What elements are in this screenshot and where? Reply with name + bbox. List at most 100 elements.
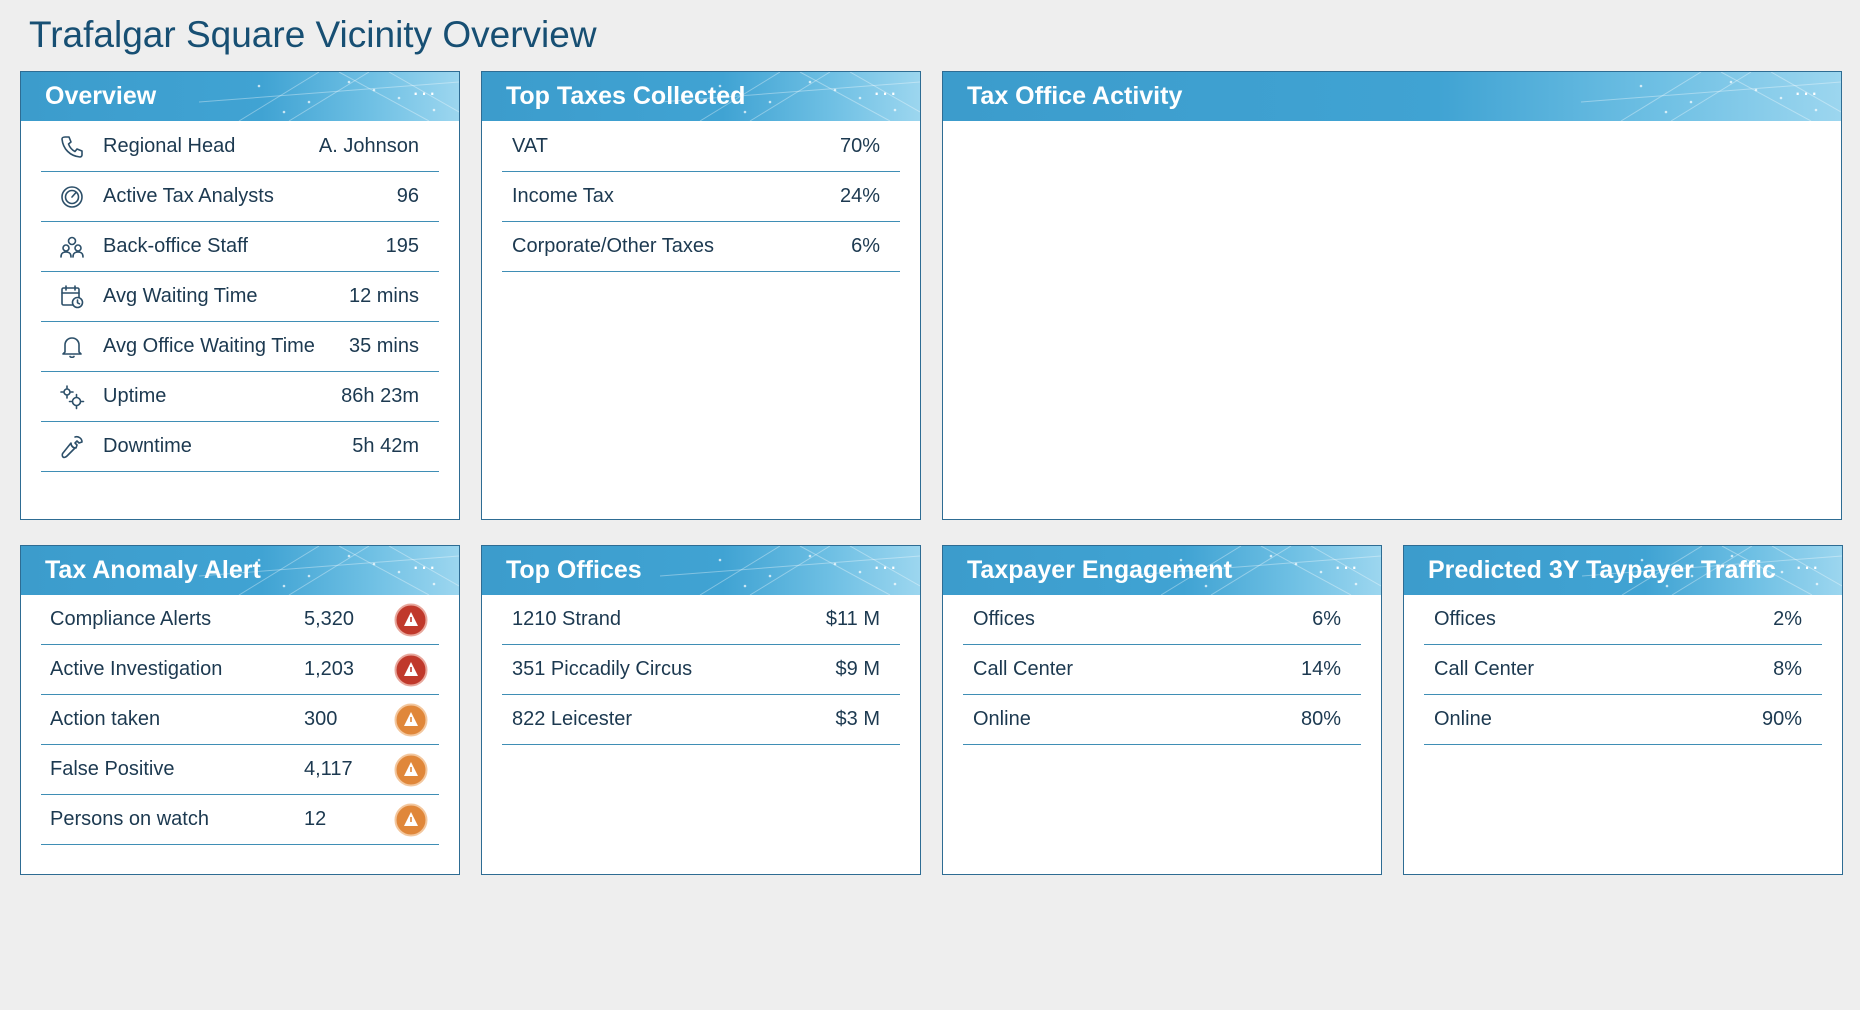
card-title: Tax Anomaly Alert bbox=[45, 556, 261, 584]
item-label: Back-office Staff bbox=[103, 235, 248, 257]
more-options-icon[interactable]: ··· bbox=[873, 554, 898, 580]
item-value: $9 M bbox=[835, 658, 880, 680]
item-value: 6% bbox=[851, 235, 880, 257]
list-item: Action taken 300 bbox=[41, 695, 439, 745]
people-icon bbox=[59, 234, 85, 260]
card-header: Overview ··· bbox=[21, 72, 459, 121]
item-value: 195 bbox=[385, 235, 419, 257]
list-item: Corporate/Other Taxes 6% bbox=[502, 222, 900, 272]
top-offices-list: 1210 Strand $11 M 351 Piccadily Circus $… bbox=[502, 595, 900, 745]
more-options-icon[interactable]: ··· bbox=[412, 80, 437, 106]
list-item: Avg Office Waiting Time 35 mins bbox=[41, 322, 439, 372]
alert-high-icon bbox=[394, 603, 428, 637]
item-value: 96 bbox=[396, 185, 419, 207]
page-title: Trafalgar Square Vicinity Overview bbox=[29, 14, 597, 55]
item-label: Avg Office Waiting Time bbox=[103, 335, 315, 357]
item-label: Active Tax Analysts bbox=[103, 185, 274, 207]
overview-card: Overview ··· Regional Head A. Johnson Ac… bbox=[20, 71, 460, 520]
item-value: 6% bbox=[1312, 608, 1341, 630]
list-item: Call Center 8% bbox=[1424, 645, 1822, 695]
item-value: 5h 42m bbox=[352, 435, 419, 457]
anomaly-list: Compliance Alerts 5,320 Active Investiga… bbox=[41, 595, 439, 845]
alert-medium-icon bbox=[394, 753, 428, 787]
item-value: 4,117 bbox=[304, 758, 353, 780]
list-item: Back-office Staff 195 bbox=[41, 222, 439, 272]
item-label: Avg Waiting Time bbox=[103, 285, 258, 307]
item-label: Income Tax bbox=[512, 185, 614, 207]
item-value: 5,320 bbox=[304, 608, 355, 630]
more-options-icon[interactable]: ··· bbox=[1334, 554, 1359, 580]
card-title: Overview bbox=[45, 82, 157, 110]
item-label: Regional Head bbox=[103, 135, 236, 157]
card-header: Top Offices ··· bbox=[482, 546, 920, 595]
card-title: Tax Office Activity bbox=[967, 82, 1183, 110]
card-title: Taxpayer Engagement bbox=[967, 556, 1232, 584]
activity-content-area bbox=[943, 121, 1841, 519]
list-item: Offices 6% bbox=[963, 595, 1361, 645]
list-item: VAT 70% bbox=[502, 122, 900, 172]
card-title: Predicted 3Y Taypayer Traffic bbox=[1428, 556, 1776, 584]
list-item: Compliance Alerts 5,320 bbox=[41, 595, 439, 645]
alert-medium-icon bbox=[394, 803, 428, 837]
top-taxes-list: VAT 70% Income Tax 24% Corporate/Other T… bbox=[502, 122, 900, 272]
card-header: Tax Office Activity ··· bbox=[943, 72, 1841, 121]
item-label: Online bbox=[973, 708, 1031, 730]
item-value: 300 bbox=[304, 708, 338, 730]
engagement-list: Offices 6% Call Center 14% Online 80% bbox=[963, 595, 1361, 745]
item-value: 70% bbox=[839, 135, 880, 157]
list-item: 351 Piccadily Circus $9 M bbox=[502, 645, 900, 695]
item-label: Offices bbox=[1434, 608, 1496, 630]
bell-icon bbox=[59, 334, 85, 360]
list-item: 1210 Strand $11 M bbox=[502, 595, 900, 645]
item-label: Call Center bbox=[973, 658, 1074, 680]
more-options-icon[interactable]: ··· bbox=[412, 554, 437, 580]
more-options-icon[interactable]: ··· bbox=[1794, 80, 1819, 106]
list-item: Call Center 14% bbox=[963, 645, 1361, 695]
list-item: Persons on watch 12 bbox=[41, 795, 439, 845]
item-value: 86h 23m bbox=[341, 385, 419, 407]
item-label: False Positive bbox=[50, 758, 175, 780]
tax-office-activity-card: Tax Office Activity ··· bbox=[942, 71, 1842, 520]
list-item: Downtime 5h 42m bbox=[41, 422, 439, 472]
item-label: Downtime bbox=[103, 435, 192, 457]
list-item: False Positive 4,117 bbox=[41, 745, 439, 795]
item-value: 80% bbox=[1300, 708, 1341, 730]
overview-list: Regional Head A. Johnson Active Tax Anal… bbox=[41, 122, 439, 472]
item-value: 24% bbox=[839, 185, 880, 207]
top-taxes-card: Top Taxes Collected ··· VAT 70% Income T… bbox=[481, 71, 921, 520]
list-item: Active Tax Analysts 96 bbox=[41, 172, 439, 222]
item-value: 35 mins bbox=[348, 335, 419, 357]
more-options-icon[interactable]: ··· bbox=[1795, 554, 1820, 580]
wrench-icon bbox=[59, 434, 85, 460]
card-header: Predicted 3Y Taypayer Traffic ··· bbox=[1404, 546, 1842, 595]
list-item: Avg Waiting Time 12 mins bbox=[41, 272, 439, 322]
list-item: Uptime 86h 23m bbox=[41, 372, 439, 422]
gears-icon bbox=[59, 384, 85, 410]
alert-high-icon bbox=[394, 653, 428, 687]
item-label: 351 Piccadily Circus bbox=[512, 658, 693, 680]
tax-anomaly-alert-card: Tax Anomaly Alert ··· Compliance Alerts … bbox=[20, 545, 460, 875]
item-label: Offices bbox=[973, 608, 1035, 630]
item-value: A. Johnson bbox=[318, 135, 419, 157]
predicted-list: Offices 2% Call Center 8% Online 90% bbox=[1424, 595, 1822, 745]
list-item: Regional Head A. Johnson bbox=[41, 122, 439, 172]
item-label: Uptime bbox=[103, 385, 167, 407]
item-value: 2% bbox=[1773, 608, 1802, 630]
top-offices-card: Top Offices ··· 1210 Strand $11 M 351 Pi… bbox=[481, 545, 921, 875]
card-header: Top Taxes Collected ··· bbox=[482, 72, 920, 121]
alert-medium-icon bbox=[394, 703, 428, 737]
item-label: Action taken bbox=[50, 708, 161, 730]
card-header: Tax Anomaly Alert ··· bbox=[21, 546, 459, 595]
item-label: Active Investigation bbox=[50, 658, 223, 680]
list-item: Income Tax 24% bbox=[502, 172, 900, 222]
item-value: 12 mins bbox=[348, 285, 419, 307]
item-label: Persons on watch bbox=[50, 808, 209, 830]
more-options-icon[interactable]: ··· bbox=[873, 80, 898, 106]
item-value: $3 M bbox=[835, 708, 880, 730]
list-item: Online 90% bbox=[1424, 695, 1822, 745]
item-value: 1,203 bbox=[304, 658, 355, 680]
item-value: 90% bbox=[1761, 708, 1802, 730]
taxpayer-engagement-card: Taxpayer Engagement ··· Offices 6% Call … bbox=[942, 545, 1382, 875]
phone-icon bbox=[59, 134, 85, 160]
list-item: Offices 2% bbox=[1424, 595, 1822, 645]
